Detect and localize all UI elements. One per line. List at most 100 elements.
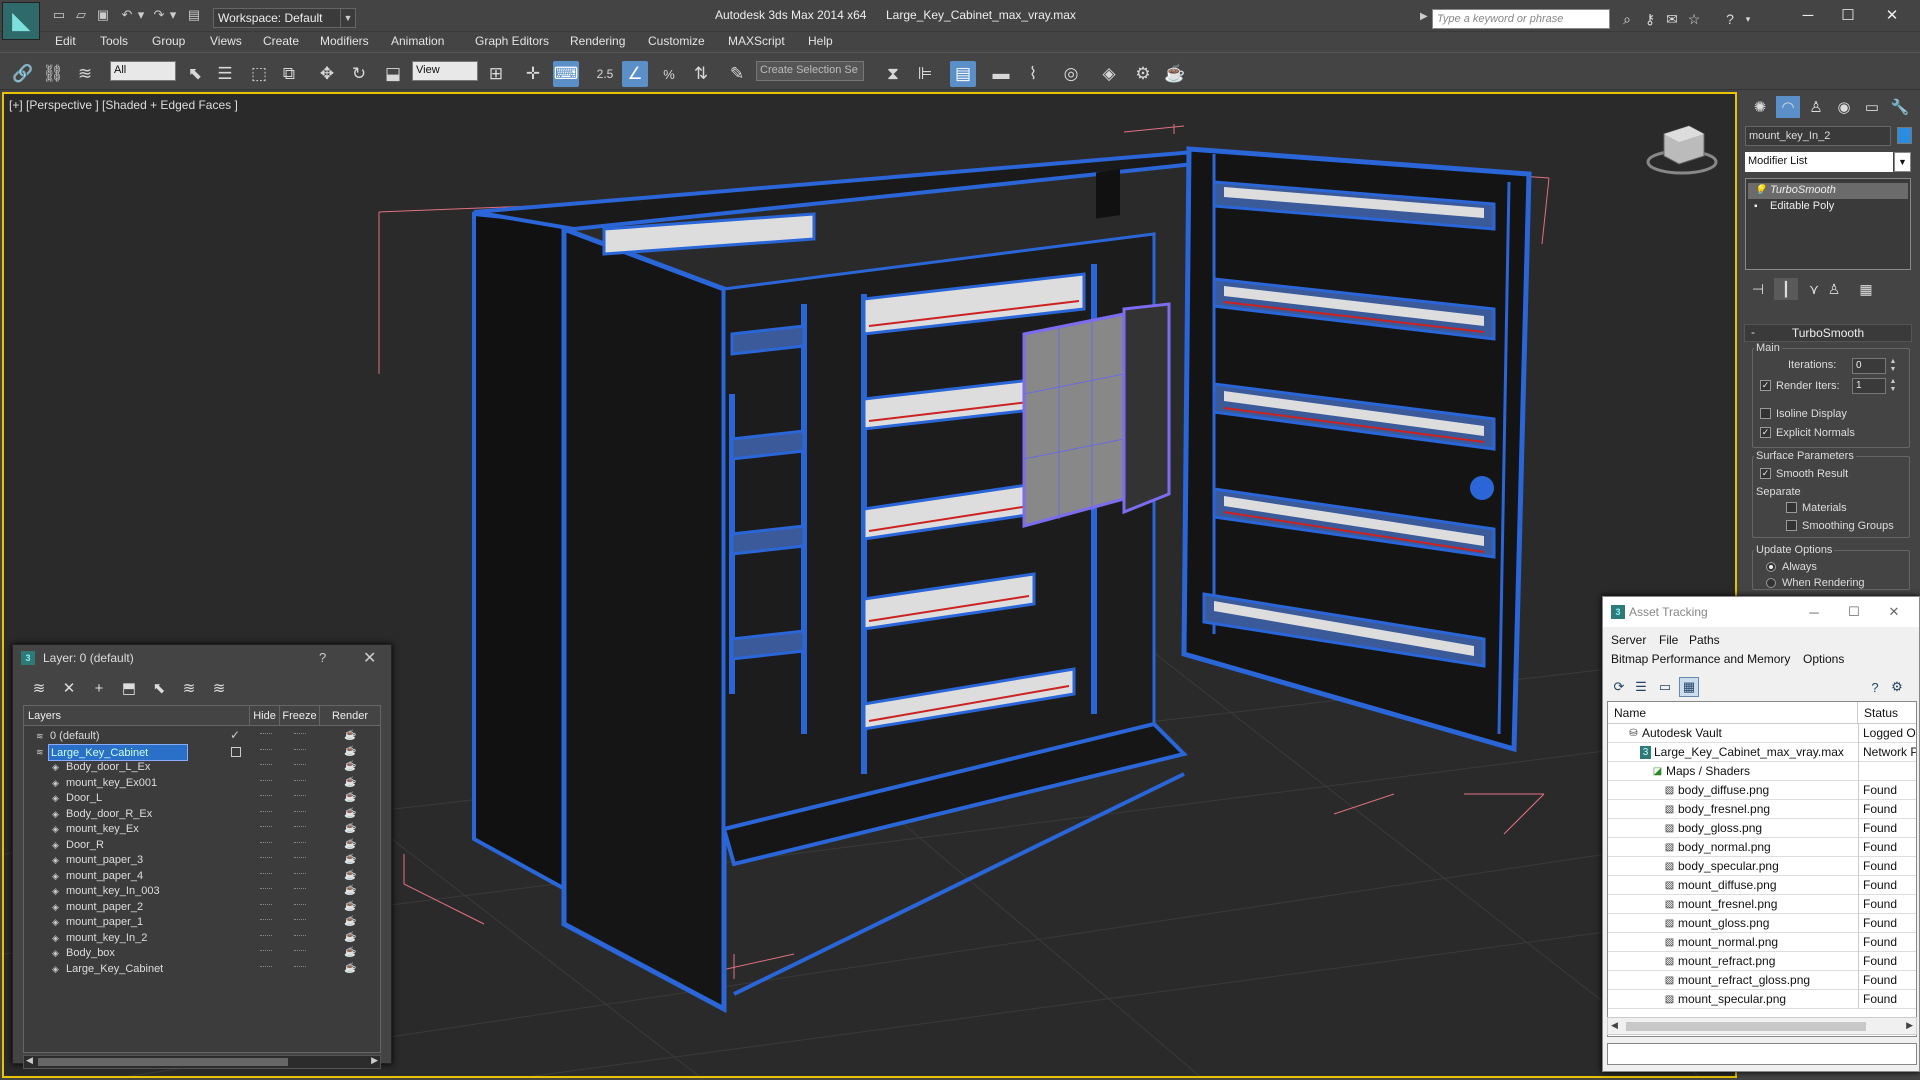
render-teapot-icon[interactable]: ☕ — [344, 916, 356, 927]
binoculars-icon[interactable]: ⌕ — [1617, 9, 1637, 29]
asset-row[interactable]: ▧ body_gloss.png Found — [1608, 819, 1916, 838]
render-teapot-icon[interactable]: ☕ — [344, 761, 356, 772]
layer-manager-icon[interactable]: ▤ — [950, 61, 976, 87]
column-header-render[interactable]: Render — [320, 706, 380, 726]
display-tab-icon[interactable]: ▭ — [1860, 96, 1884, 118]
freeze-toggle[interactable] — [294, 748, 306, 753]
maximize-icon[interactable]: ☐ — [1839, 602, 1869, 622]
menu-views[interactable]: Views — [210, 34, 242, 48]
pivot-center-icon[interactable]: ⊞ — [483, 61, 509, 87]
scale-icon[interactable]: ⬓ — [380, 61, 406, 87]
render-iters-spinner[interactable]: 1 — [1852, 378, 1886, 394]
hide-toggle[interactable] — [260, 733, 272, 737]
freeze-toggle[interactable] — [294, 903, 306, 908]
settings-help-icon[interactable]: ⚙ — [1887, 677, 1907, 697]
viewport-label[interactable]: [+] [Perspective ] [Shaded + Edged Faces… — [9, 98, 238, 112]
layer-row[interactable]: ◈ Large_Key_Cabinet ☕ — [24, 960, 380, 979]
select-object-icon[interactable]: ⬉ — [182, 61, 208, 87]
render-teapot-icon[interactable]: ☕ — [344, 947, 356, 958]
save-file-icon[interactable]: ▣ — [94, 6, 112, 24]
menu-options[interactable]: Options — [1803, 652, 1844, 666]
horizontal-scrollbar[interactable]: ◀ ▶ — [1607, 1017, 1917, 1035]
column-header-hide[interactable]: Hide — [250, 706, 280, 726]
close-icon[interactable]: ✕ — [363, 648, 376, 668]
app-logo-icon[interactable]: ◣ — [2, 2, 40, 40]
set-current-layer-box[interactable] — [231, 746, 241, 757]
graphite-ribbon-icon[interactable]: ▬ — [988, 61, 1014, 87]
stack-item-turbosmooth[interactable]: 💡 TurboSmooth — [1748, 183, 1908, 199]
menu-bitmap-performance[interactable]: Bitmap Performance and Memory — [1611, 652, 1790, 666]
pin-stack-icon[interactable]: ⊣ — [1746, 278, 1770, 300]
menu-graph-editors[interactable]: Graph Editors — [475, 34, 549, 48]
minimize-icon[interactable]: ─ — [1799, 602, 1829, 622]
menu-server[interactable]: Server — [1611, 633, 1646, 647]
freeze-toggle[interactable] — [294, 919, 306, 923]
edit-named-selection-icon[interactable]: ✎ — [724, 61, 750, 87]
utilities-tab-icon[interactable]: 🔧 — [1888, 96, 1912, 118]
spinner-arrows-icon[interactable]: ▲ ▼ — [1888, 378, 1898, 394]
hide-toggle[interactable] — [260, 826, 272, 830]
angle-snap-icon[interactable]: ∠ — [622, 61, 648, 87]
chevron-down-icon[interactable]: ▼ — [1894, 152, 1911, 172]
hide-toggle[interactable] — [260, 857, 272, 861]
menu-customize[interactable]: Customize — [648, 34, 705, 48]
asset-row[interactable]: ▧ mount_diffuse.png Found — [1608, 876, 1916, 895]
menu-rendering[interactable]: Rendering — [570, 34, 625, 48]
asset-row[interactable]: ▧ body_diffuse.png Found — [1608, 781, 1916, 800]
create-tab-icon[interactable]: ✺ — [1748, 96, 1772, 118]
material-editor-icon[interactable]: ◈ — [1096, 61, 1122, 87]
render-teapot-icon[interactable]: ☕ — [1162, 61, 1188, 87]
render-teapot-icon[interactable]: ☕ — [344, 932, 356, 943]
scroll-left-icon[interactable]: ◀ — [26, 1055, 33, 1066]
freeze-toggle[interactable] — [294, 934, 306, 939]
scroll-right-icon[interactable]: ▶ — [1906, 1020, 1913, 1031]
remove-modifier-icon[interactable]: ♙ — [1822, 278, 1846, 300]
render-setup-icon[interactable]: ⚙ — [1130, 61, 1156, 87]
close-icon[interactable]: ✕ — [1879, 602, 1909, 622]
when-rendering-radio[interactable] — [1766, 578, 1776, 588]
subscription-key-icon[interactable]: ⚷ — [1640, 9, 1660, 29]
list-view-icon[interactable]: ☰ — [1631, 677, 1651, 697]
render-teapot-icon[interactable]: ☕ — [344, 963, 356, 974]
stack-item-editable-poly[interactable]: ▪ Editable Poly — [1748, 199, 1908, 215]
isoline-display-checkbox[interactable] — [1760, 408, 1771, 419]
project-folder-icon[interactable]: ▤ — [185, 6, 203, 24]
asset-row[interactable]: ▧ body_specular.png Found — [1608, 857, 1916, 876]
curve-editor-icon[interactable]: ⌇ — [1020, 61, 1046, 87]
asset-row[interactable]: ▧ mount_refract.png Found — [1608, 952, 1916, 971]
render-teapot-icon[interactable]: ☕ — [344, 792, 356, 803]
hide-toggle[interactable] — [260, 934, 272, 939]
menu-file[interactable]: File — [1659, 633, 1678, 647]
selection-filter-dropdown[interactable]: All — [110, 61, 176, 81]
expand-plus-icon[interactable]: ▪ — [1754, 201, 1758, 212]
modifier-list-dropdown[interactable]: Modifier List — [1745, 152, 1893, 172]
freeze-toggle[interactable] — [294, 826, 306, 830]
hide-toggle[interactable] — [260, 919, 272, 923]
freeze-toggle[interactable] — [294, 733, 306, 737]
schematic-view-icon[interactable]: ◎ — [1058, 61, 1084, 87]
freeze-toggle[interactable] — [294, 857, 306, 861]
close-icon[interactable]: ✕ — [1874, 4, 1910, 26]
select-manipulate-icon[interactable]: ✛ — [520, 61, 546, 87]
render-iters-checkbox[interactable]: ✓ — [1760, 380, 1771, 391]
render-teapot-icon[interactable]: ☕ — [344, 730, 356, 741]
menu-animation[interactable]: Animation — [391, 34, 444, 48]
hierarchy-tab-icon[interactable]: ♙ — [1804, 96, 1828, 118]
freeze-toggle[interactable] — [294, 795, 306, 799]
hide-toggle[interactable] — [260, 888, 272, 892]
asset-row[interactable]: 3Large_Key_Cabinet_max_vray.max Network P… — [1608, 743, 1916, 762]
help-dropdown-icon[interactable]: ▾ — [1738, 9, 1758, 29]
hide-toggle[interactable] — [260, 779, 272, 784]
hide-toggle[interactable] — [260, 748, 272, 753]
smoothing-groups-checkbox[interactable] — [1786, 520, 1797, 531]
maximize-icon[interactable]: ☐ — [1830, 4, 1866, 26]
layer-name[interactable]: Large_Key_Cabinet — [64, 961, 244, 978]
align-icon[interactable]: ⊫ — [912, 61, 938, 87]
search-expand-icon[interactable]: ▶ — [1420, 11, 1428, 22]
menu-tools[interactable]: Tools — [100, 34, 128, 48]
scrollbar-thumb[interactable] — [1626, 1022, 1866, 1031]
open-file-icon[interactable]: ▱ — [72, 6, 90, 24]
new-file-icon[interactable]: ▭ — [50, 6, 68, 24]
spinner-arrows-icon[interactable]: ▲ ▼ — [1888, 358, 1898, 374]
redo-dropdown-icon[interactable]: ▾ — [164, 6, 182, 24]
